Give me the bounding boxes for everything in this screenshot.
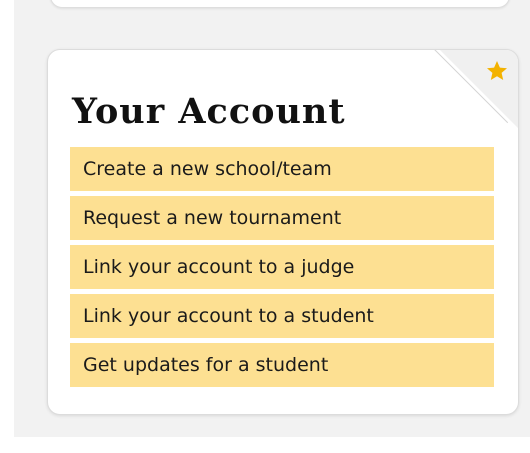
link-account-student-link[interactable]: Link your account to a student bbox=[70, 294, 494, 338]
your-account-card: Your Account Create a new school/team Re… bbox=[47, 49, 519, 415]
star-icon bbox=[487, 61, 507, 80]
request-tournament-link[interactable]: Request a new tournament bbox=[70, 196, 494, 240]
link-account-judge-link[interactable]: Link your account to a judge bbox=[70, 245, 494, 289]
previous-card-edge bbox=[50, 0, 510, 8]
sidebar-background: Your Account Create a new school/team Re… bbox=[14, 0, 530, 437]
card-title: Your Account bbox=[72, 91, 346, 132]
create-school-team-link[interactable]: Create a new school/team bbox=[70, 147, 494, 191]
account-link-list: Create a new school/team Request a new t… bbox=[70, 147, 494, 387]
student-updates-link[interactable]: Get updates for a student bbox=[70, 343, 494, 387]
